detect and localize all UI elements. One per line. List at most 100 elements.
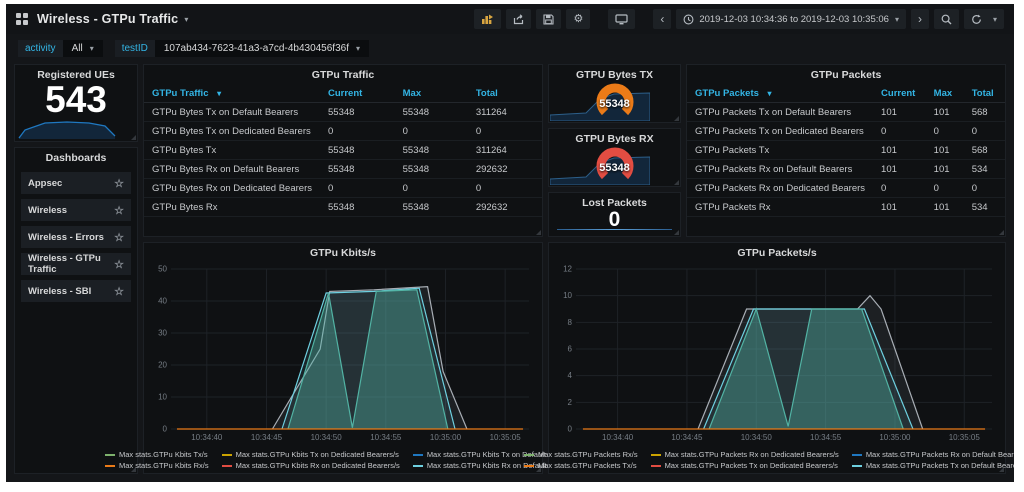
cycle-view-mode-button[interactable] xyxy=(608,9,636,29)
metric-value: 101 xyxy=(925,197,964,217)
legend-item[interactable]: Max stats.GTPu Packets Rx on Default Bea… xyxy=(851,450,1014,459)
gtpu-kbits-chart[interactable]: 0 10 20 30 40 50 10:34:40 10:34:45 10:34:50 10:34… xyxy=(147,263,539,443)
time-range-caret-icon: ▾ xyxy=(894,14,899,24)
dashboard-title[interactable]: Wireless - GTPu Traffic xyxy=(37,12,178,26)
legend-label: Max stats.GTPu Kbits Tx on Dedicated Bea… xyxy=(235,450,399,459)
column-header-sort[interactable]: GTPu Packets ▾ xyxy=(687,85,874,103)
zoom-out-button[interactable] xyxy=(933,9,959,29)
star-icon[interactable]: ☆ xyxy=(114,285,124,298)
metric-value: 0 xyxy=(873,178,926,198)
right-area: GTPu Traffic GTPu Traffic ▾ Current Max … xyxy=(104,64,1014,474)
column-header-sort[interactable]: GTPu Traffic ▾ xyxy=(144,85,320,103)
dashboard-grid: Registered UEs 543 Dashboards Appsec ☆ Wir… xyxy=(14,64,1014,474)
legend-label: Max stats.GTPu Kbits Rx/s xyxy=(118,461,209,470)
column-header[interactable]: Total xyxy=(467,85,542,103)
gtpu-packets-chart[interactable]: 0 2 4 6 8 10 12 10:34:40 10:34:45 10:34:50 10:34:5… xyxy=(552,263,1002,443)
sort-caret-icon: ▾ xyxy=(217,89,222,98)
gtpu-bytes-rx-panel: GTPU Bytes RX 55348 xyxy=(548,128,681,187)
legend-item[interactable]: Max stats.GTPu Kbits Rx on Dedicated Bea… xyxy=(221,461,400,470)
panel-title[interactable]: GTPu Traffic xyxy=(144,65,542,81)
gtpu-packets-legend: Max stats.GTPu Packets Rx/s Max stats.GTP… xyxy=(523,450,1014,470)
time-forward-button[interactable]: › xyxy=(910,9,929,29)
time-range-text: 2019-12-03 10:34:36 to 2019-12-03 10:35:… xyxy=(699,13,889,25)
dashboard-link[interactable]: Wireless ☆ xyxy=(21,199,131,221)
legend-item[interactable]: Max stats.GTPu Kbits Tx on Dedicated Bea… xyxy=(221,450,400,459)
refresh-interval-caret-icon[interactable]: ▾ xyxy=(993,15,997,24)
column-header[interactable]: Total xyxy=(963,85,1005,103)
gtpu-packets-chart-panel: GTPu Packets/s 0 2 4 6 8 10 12 10:34:40 10:34:45… xyxy=(523,242,1014,474)
dashboard-link[interactable]: Wireless - Errors ☆ xyxy=(21,226,131,248)
rx-gauge-value: 55348 xyxy=(599,162,630,174)
svg-text:12: 12 xyxy=(563,265,572,274)
svg-text:10:34:40: 10:34:40 xyxy=(191,433,223,442)
column-header[interactable]: Max xyxy=(925,85,964,103)
metric-value: 0 xyxy=(394,121,468,141)
svg-text:0: 0 xyxy=(568,425,573,434)
table-row: GTPu Bytes Rx on Dedicated Bearers 0 0 0 xyxy=(144,178,542,198)
gtpu-packets-table: GTPu Packets ▾ Current Max Total GTPu Pa… xyxy=(687,85,1005,217)
legend-item[interactable]: Max stats.GTPu Packets Tx on Dedicated B… xyxy=(650,461,839,470)
add-panel-button[interactable] xyxy=(474,9,502,29)
column-header[interactable]: Current xyxy=(873,85,926,103)
activity-select[interactable]: All ▾ xyxy=(62,39,103,57)
variable-testid: testID 107ab434-7623-41a3-a7cd-4b430456f… xyxy=(114,39,370,57)
legend-item[interactable]: Max stats.GTPu Kbits Tx/s xyxy=(104,450,209,459)
dashboard-settings-button[interactable]: ⚙ xyxy=(566,9,591,29)
save-button[interactable] xyxy=(536,9,562,29)
star-icon[interactable]: ☆ xyxy=(114,204,124,217)
star-icon[interactable]: ☆ xyxy=(114,258,124,271)
testid-select[interactable]: 107ab434-7623-41a3-a7cd-4b430456f36f ▾ xyxy=(154,39,370,57)
chevron-left-icon: ‹ xyxy=(660,12,665,26)
panel-title[interactable]: GTPu Packets/s xyxy=(549,243,1005,259)
column-header[interactable]: Current xyxy=(320,85,395,103)
metric-value: 311264 xyxy=(467,140,542,160)
legend-label: Max stats.GTPu Packets Tx/s xyxy=(537,461,637,470)
svg-text:10:34:55: 10:34:55 xyxy=(810,433,842,442)
legend-item[interactable]: Max stats.GTPu Kbits Rx/s xyxy=(104,461,209,470)
svg-text:10:34:50: 10:34:50 xyxy=(311,433,343,442)
metric-value: 55348 xyxy=(394,140,468,160)
title-caret-icon[interactable]: ▾ xyxy=(184,15,188,24)
refresh-button[interactable]: ▾ xyxy=(963,9,1004,29)
metric-name: GTPu Bytes Rx on Dedicated Bearers xyxy=(144,178,320,198)
time-back-button[interactable]: ‹ xyxy=(653,9,672,29)
svg-text:10:35:05: 10:35:05 xyxy=(490,433,522,442)
variable-activity: activity All ▾ xyxy=(18,39,103,57)
metric-name: GTPu Packets Rx xyxy=(687,197,874,217)
metric-value: 55348 xyxy=(394,197,468,217)
metric-value: 0 xyxy=(467,178,542,198)
star-icon[interactable]: ☆ xyxy=(114,231,124,244)
legend-item[interactable]: Max stats.GTPu Packets Rx on Dedicated B… xyxy=(650,450,839,459)
dashboards-panel: Dashboards Appsec ☆ Wireless ☆ Wireless - Er… xyxy=(14,147,138,474)
legend-item[interactable]: Max stats.GTPu Packets Tx/s xyxy=(523,461,638,470)
testid-label: testID xyxy=(114,39,155,57)
metric-value: 0 xyxy=(394,178,468,198)
chevron-down-icon: ▾ xyxy=(89,43,94,53)
legend-color-dash xyxy=(851,453,862,456)
svg-text:30: 30 xyxy=(158,329,167,338)
gtpu-kbits-chart-panel: GTPu Kbits/s 0 10 20 30 40 50 10:34:40 10:34:45… xyxy=(104,242,581,474)
metric-name: GTPu Bytes Rx on Default Bearers xyxy=(144,159,320,179)
dashboard-link[interactable]: Wireless - SBI ☆ xyxy=(21,280,131,302)
app-menu-icon[interactable] xyxy=(16,13,28,25)
dashboard-link[interactable]: Wireless - GTPu Traffic ☆ xyxy=(21,253,131,275)
metric-value: 0 xyxy=(925,121,964,141)
legend-item[interactable]: Max stats.GTPu Packets Tx on Default Bea… xyxy=(851,461,1014,470)
panel-title[interactable]: Lost Packets xyxy=(549,193,680,209)
svg-text:0: 0 xyxy=(163,425,168,434)
dashboard-link-label: Wireless - Errors xyxy=(28,231,104,243)
chevron-down-icon: ▾ xyxy=(356,43,361,53)
panel-title[interactable]: GTPu Packets xyxy=(687,65,1005,81)
time-range-picker[interactable]: 2019-12-03 10:34:36 to 2019-12-03 10:35:… xyxy=(676,9,906,29)
panel-title[interactable]: GTPu Kbits/s xyxy=(144,243,542,259)
star-icon[interactable]: ☆ xyxy=(114,177,124,190)
share-button[interactable] xyxy=(506,9,532,29)
clock-icon xyxy=(683,14,694,24)
svg-text:40: 40 xyxy=(158,297,167,306)
column-header[interactable]: Max xyxy=(394,85,468,103)
metric-value: 0 xyxy=(873,121,926,141)
panel-title[interactable]: Dashboards xyxy=(15,148,137,164)
dashboard-link[interactable]: Appsec ☆ xyxy=(21,172,131,194)
metric-value: 101 xyxy=(925,159,964,179)
legend-item[interactable]: Max stats.GTPu Packets Rx/s xyxy=(523,450,638,459)
